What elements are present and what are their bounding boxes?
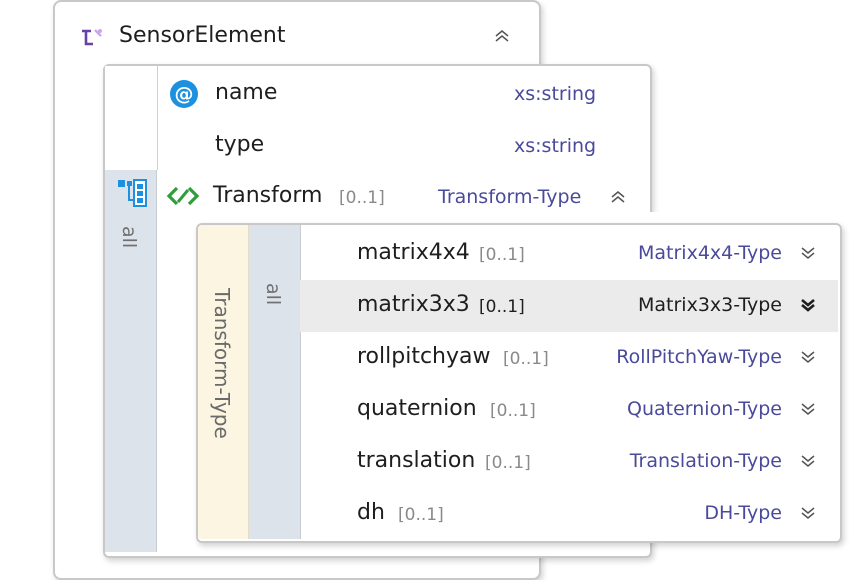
element-cardinality: [0..1] bbox=[479, 297, 525, 317]
collapse-chevron-icon[interactable] bbox=[494, 29, 510, 46]
attribute-name-type: xs:string bbox=[514, 83, 597, 105]
list-item[interactable]: dh [0..1] DH-Type bbox=[300, 488, 838, 540]
element-name: matrix4x4 bbox=[357, 240, 470, 265]
element-name: matrix3x3 bbox=[357, 292, 470, 317]
attributes-gutter bbox=[105, 66, 158, 170]
all-group-icon bbox=[116, 178, 148, 208]
expand-chevron-icon[interactable] bbox=[800, 298, 816, 315]
transform-collapse-chevron-icon[interactable] bbox=[610, 190, 626, 207]
element-name: rollpitchyaw bbox=[357, 344, 491, 369]
list-item-selected[interactable]: matrix3x3 [0..1] Matrix3x3-Type bbox=[300, 280, 838, 332]
expand-chevron-icon[interactable] bbox=[800, 246, 816, 263]
attribute-type[interactable]: type bbox=[215, 132, 264, 157]
element-icon bbox=[80, 27, 106, 49]
expand-chevron-icon[interactable] bbox=[800, 402, 816, 419]
attribute-type-type: xs:string bbox=[514, 135, 597, 157]
element-cardinality: [0..1] bbox=[398, 505, 444, 525]
all-group-label: all bbox=[118, 226, 140, 249]
transform-name[interactable]: Transform bbox=[213, 183, 322, 208]
element-type: Matrix3x3-Type bbox=[638, 294, 782, 316]
expand-chevron-icon[interactable] bbox=[800, 350, 816, 367]
list-item[interactable]: quaternion [0..1] Quaternion-Type bbox=[300, 384, 838, 436]
element-type: Translation-Type bbox=[629, 450, 782, 472]
transform-all-group-label: all bbox=[262, 283, 284, 306]
element-cardinality: [0..1] bbox=[490, 401, 536, 421]
element-type: RollPitchYaw-Type bbox=[616, 346, 782, 368]
attribute-name[interactable]: name bbox=[215, 80, 277, 105]
sensor-element-title: SensorElement bbox=[119, 23, 286, 48]
transform-cardinality: [0..1] bbox=[339, 188, 385, 208]
at-attribute-icon: @ bbox=[169, 79, 199, 109]
element-reference-icon bbox=[166, 185, 200, 207]
list-item[interactable]: matrix4x4 [0..1] Matrix4x4-Type bbox=[300, 228, 838, 280]
element-name: translation bbox=[357, 448, 476, 473]
transform-all-group-bar[interactable] bbox=[249, 225, 301, 539]
transform-type-link[interactable]: Transform-Type bbox=[438, 186, 581, 208]
svg-text:@: @ bbox=[175, 83, 194, 105]
element-name: quaternion bbox=[357, 396, 477, 421]
expand-chevron-icon[interactable] bbox=[800, 454, 816, 471]
element-cardinality: [0..1] bbox=[485, 453, 531, 473]
expand-chevron-icon[interactable] bbox=[800, 506, 816, 523]
element-type: DH-Type bbox=[704, 502, 782, 524]
list-item[interactable]: rollpitchyaw [0..1] RollPitchYaw-Type bbox=[300, 332, 838, 384]
transform-type-rows: matrix4x4 [0..1] Matrix4x4-Type matrix3x… bbox=[300, 228, 838, 538]
element-cardinality: [0..1] bbox=[479, 245, 525, 265]
element-cardinality: [0..1] bbox=[503, 349, 549, 369]
element-type: Quaternion-Type bbox=[627, 398, 782, 420]
element-type: Matrix4x4-Type bbox=[638, 242, 782, 264]
element-name: dh bbox=[357, 500, 385, 525]
transform-type-label: Transform-Type bbox=[210, 288, 234, 439]
list-item[interactable]: translation [0..1] Translation-Type bbox=[300, 436, 838, 488]
